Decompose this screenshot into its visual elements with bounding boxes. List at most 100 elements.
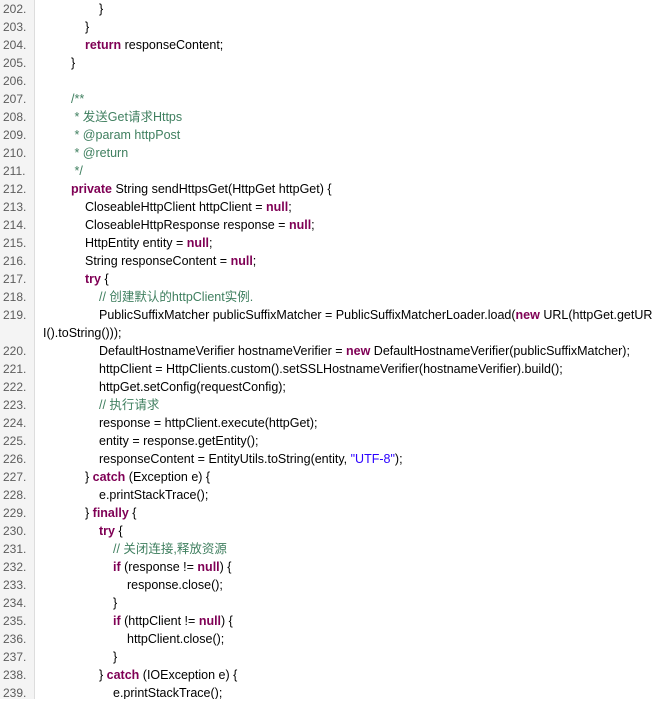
code-comment: * 发送Get请求Https (71, 110, 183, 124)
line-code: * @return (71, 144, 128, 162)
line-code: } catch (Exception e) { (85, 468, 210, 486)
code-token: CloseableHttpClient httpClient = (85, 200, 266, 214)
code-keyword: try (99, 524, 115, 538)
code-token: ) { (219, 560, 232, 574)
code-line: 226. responseContent = EntityUtils.toStri… (0, 450, 663, 468)
line-number: 234. (3, 596, 27, 610)
line-code: // 关闭连接,释放资源 (113, 540, 227, 558)
line-number: 227. (3, 470, 27, 484)
code-token: } (113, 596, 118, 610)
line-code: * 发送Get请求Https (71, 108, 182, 126)
line-number: 223. (3, 398, 27, 412)
line-number: 238. (3, 668, 27, 682)
code-line: 206. (0, 72, 663, 90)
line-number: 218. (3, 290, 27, 304)
line-code: } (71, 54, 75, 72)
code-keyword: finally (92, 506, 129, 520)
line-number: 219. (3, 308, 27, 322)
line-number: 204. (3, 38, 27, 52)
code-keyword: catch (92, 470, 126, 484)
line-number: 220. (3, 344, 27, 358)
line-number: 235. (3, 614, 27, 628)
code-line: 236. httpClient.close(); (0, 630, 663, 648)
code-keyword: try (85, 272, 101, 286)
line-number: 207. (3, 92, 27, 106)
line-code: // 创建默认的httpClient实例. (99, 288, 253, 306)
code-listing: 202.} 203.} 204. return responseContent; 205… (0, 0, 663, 699)
code-token: response = httpClient.execute(httpGet); (99, 416, 318, 430)
line-number: 206. (3, 74, 27, 88)
line-code: * @param httpPost (71, 126, 180, 144)
code-token: (IOException e) { (139, 668, 238, 682)
code-line: 212. private String sendHttpsGet(HttpGet … (0, 180, 663, 198)
code-token: } (85, 20, 90, 34)
code-token: (httpClient != (120, 614, 199, 628)
code-string: "UTF-8" (350, 452, 395, 466)
code-token: ) { (221, 614, 233, 628)
code-token: e.printStackTrace(); (113, 686, 223, 699)
line-code: CloseableHttpClient httpClient = null; (85, 198, 292, 216)
code-comment: // 关闭连接,释放资源 (113, 542, 227, 556)
code-line: 216. String responseContent = null; (0, 252, 663, 270)
line-code: if (response != null) { (113, 558, 231, 576)
code-line: 237.} (0, 648, 663, 666)
code-line: 227.} catch (Exception e) { (0, 468, 663, 486)
line-number: 232. (3, 560, 27, 574)
code-token: httpClient.close(); (127, 632, 225, 646)
line-code: // 执行请求 (99, 396, 159, 414)
code-token: { (128, 506, 137, 520)
code-line: 223. // 执行请求 (0, 396, 663, 414)
line-number: 209. (3, 128, 27, 142)
code-token: String sendHttpsGet(HttpGet httpGet) { (112, 182, 332, 196)
line-number: 228. (3, 488, 27, 502)
line-code: e.printStackTrace(); (113, 684, 222, 699)
code-token: URL(httpGet.getUR (539, 308, 653, 322)
code-comment: // 执行请求 (99, 398, 160, 412)
code-line: 221. httpClient = HttpClients.custom().se… (0, 360, 663, 378)
code-token: e.printStackTrace(); (99, 488, 209, 502)
line-code: try { (99, 522, 123, 540)
code-token: } (85, 506, 93, 520)
line-code: response = httpClient.execute(httpGet); (99, 414, 318, 432)
line-number: 216. (3, 254, 27, 268)
code-line: 208. * 发送Get请求Https (0, 108, 663, 126)
line-code: httpGet.setConfig(requestConfig); (99, 378, 286, 396)
line-code: } (99, 0, 103, 18)
code-comment: /** (71, 92, 85, 106)
line-number: 205. (3, 56, 27, 70)
code-token: ; (209, 236, 213, 250)
line-code: PublicSuffixMatcher publicSuffixMatcher … (99, 306, 652, 324)
code-line: 204. return responseContent; (0, 36, 663, 54)
code-token: I().toString())); (43, 326, 122, 340)
code-line: 205.} (0, 54, 663, 72)
code-token: (response != (120, 560, 198, 574)
code-line: 220. DefaultHostnameVerifier hostnameVeri… (0, 342, 663, 360)
code-keyword: new (346, 344, 371, 358)
line-code: try { (85, 270, 109, 288)
line-number: 237. (3, 650, 27, 664)
line-number: 224. (3, 416, 27, 430)
line-code: HttpEntity entity = null; (85, 234, 213, 252)
line-code: if (httpClient != null) { (113, 612, 233, 630)
code-keyword: private (71, 182, 112, 196)
line-number: 212. (3, 182, 27, 196)
code-comment: * @return (71, 146, 129, 160)
line-number: 233. (3, 578, 27, 592)
code-token: } (85, 470, 93, 484)
line-number: 230. (3, 524, 27, 538)
line-code: String responseContent = null; (85, 252, 256, 270)
code-line: 232. if (response != null) { (0, 558, 663, 576)
code-token: (Exception e) { (125, 470, 211, 484)
line-code: return responseContent; (85, 36, 223, 54)
code-keyword: if (113, 614, 121, 628)
line-code: } (85, 18, 89, 36)
code-keyword: new (515, 308, 540, 322)
line-code: CloseableHttpResponse response = null; (85, 216, 315, 234)
code-line: 233. response.close(); (0, 576, 663, 594)
page-bottom-area (0, 699, 663, 725)
code-line: 213. CloseableHttpClient httpClient = nul… (0, 198, 663, 216)
code-line: 228. e.printStackTrace(); (0, 486, 663, 504)
code-line: 218. // 创建默认的httpClient实例. (0, 288, 663, 306)
line-number: 231. (3, 542, 27, 556)
code-keyword: null (230, 254, 253, 268)
